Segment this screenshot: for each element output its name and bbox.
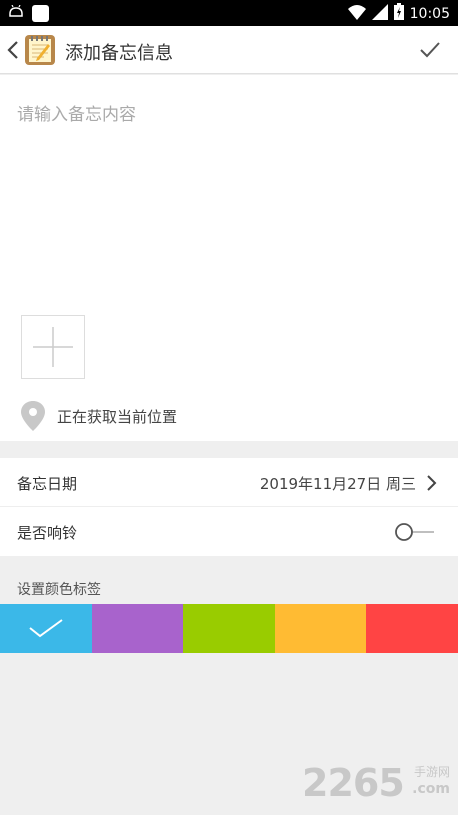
color-tag-label: 设置颜色标签: [17, 582, 101, 598]
app-bar: 添加备忘信息: [0, 26, 458, 74]
ring-row: 是否响铃: [0, 507, 458, 556]
status-bar: 10:05: [0, 0, 458, 26]
memo-content-input[interactable]: 请输入备忘内容: [17, 100, 136, 125]
chevron-right-icon: [424, 472, 438, 494]
plus-icon: [22, 327, 84, 382]
watermark-cn: 手游网: [413, 765, 450, 779]
status-time: 10:05: [409, 5, 450, 22]
color-swatch-orange[interactable]: [274, 604, 367, 653]
color-swatch-blue[interactable]: [0, 604, 92, 653]
notification-icon: [8, 4, 24, 23]
ring-label: 是否响铃: [17, 524, 78, 542]
watermark-en: .com: [412, 781, 450, 797]
notepad-icon: [24, 34, 56, 66]
color-swatch-red[interactable]: [366, 604, 458, 653]
color-swatch-green[interactable]: [183, 604, 275, 653]
date-label: 备忘日期: [17, 475, 78, 493]
ring-toggle[interactable]: [394, 520, 436, 544]
settings-panel: 备忘日期 2019年11月27日 周三 是否响铃: [0, 458, 458, 556]
date-row[interactable]: 备忘日期 2019年11月27日 周三: [0, 458, 458, 507]
date-value: 2019年11月27日 周三: [259, 475, 416, 493]
check-icon[interactable]: [418, 38, 442, 62]
location-pin-icon: [21, 401, 45, 431]
chevron-left-icon[interactable]: [4, 38, 22, 62]
location-status: 正在获取当前位置: [57, 408, 178, 426]
color-swatch-purple[interactable]: [91, 604, 184, 653]
color-swatches: [0, 604, 458, 653]
app-icon: [32, 5, 49, 22]
check-icon: [29, 619, 63, 638]
page-title: 添加备忘信息: [65, 43, 173, 64]
memo-editor: 请输入备忘内容 正在获取当前位置: [0, 75, 458, 441]
wifi-icon: [347, 4, 366, 24]
signal-icon: [371, 3, 388, 24]
watermark-number: 2265: [302, 761, 405, 805]
battery-icon: [393, 3, 404, 24]
watermark-logo: 2265 手游网 .com: [302, 761, 452, 805]
add-photo-button[interactable]: [21, 315, 85, 379]
